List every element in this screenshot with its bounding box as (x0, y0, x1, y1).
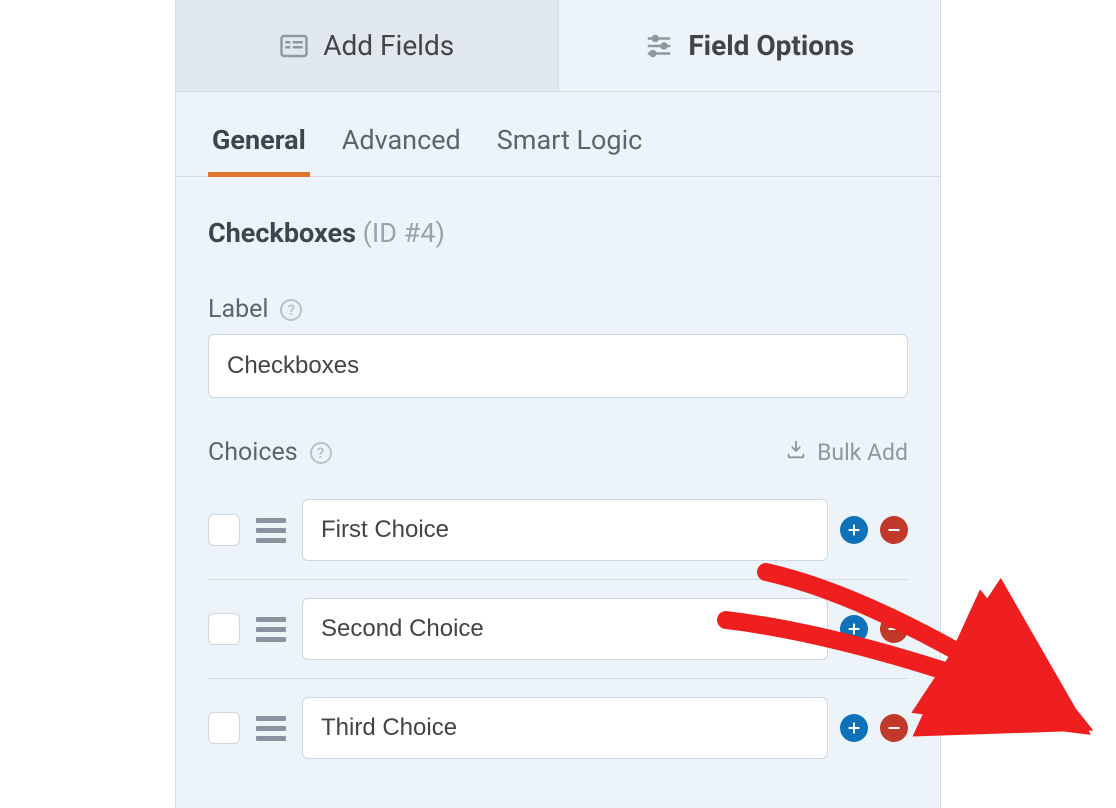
remove-choice-button[interactable] (880, 516, 908, 544)
choices-section-title: Choices (208, 438, 298, 467)
form-fields-icon (279, 31, 309, 61)
tab-add-fields[interactable]: Add Fields (176, 0, 559, 91)
drag-handle-icon[interactable] (256, 518, 286, 543)
tab-field-options[interactable]: Field Options (559, 0, 941, 91)
choice-input[interactable] (302, 499, 828, 561)
sliders-icon (644, 31, 674, 61)
sub-tab-smart-logic[interactable]: Smart Logic (493, 116, 647, 176)
label-section-title: Label (208, 295, 268, 324)
remove-choice-button[interactable] (880, 615, 908, 643)
choice-input[interactable] (302, 697, 828, 759)
choice-row (208, 678, 908, 777)
field-title: Checkboxes (ID #4) (208, 217, 908, 249)
sub-tab-advanced[interactable]: Advanced (338, 116, 465, 176)
remove-choice-button[interactable] (880, 714, 908, 742)
choice-input[interactable] (302, 598, 828, 660)
sub-tabs: General Advanced Smart Logic (176, 92, 940, 177)
choice-row (208, 481, 908, 579)
tab-field-options-label: Field Options (688, 29, 854, 62)
tab-add-fields-label: Add Fields (323, 29, 454, 62)
field-type-label: Checkboxes (208, 217, 356, 249)
label-input[interactable] (208, 334, 908, 398)
add-choice-button[interactable] (840, 714, 868, 742)
download-icon (785, 439, 807, 467)
choices-list (208, 481, 908, 777)
choice-row (208, 579, 908, 678)
bulk-add-button[interactable]: Bulk Add (785, 439, 908, 467)
add-choice-button[interactable] (840, 516, 868, 544)
choice-default-checkbox[interactable] (208, 613, 240, 645)
field-id-label: (ID #4) (363, 217, 445, 249)
bulk-add-label: Bulk Add (817, 439, 908, 466)
top-tabs: Add Fields Field Options (176, 0, 940, 92)
drag-handle-icon[interactable] (256, 716, 286, 741)
choice-default-checkbox[interactable] (208, 712, 240, 744)
add-choice-button[interactable] (840, 615, 868, 643)
choice-default-checkbox[interactable] (208, 514, 240, 546)
sub-tab-general[interactable]: General (208, 116, 310, 177)
help-icon[interactable]: ? (280, 299, 302, 321)
drag-handle-icon[interactable] (256, 617, 286, 642)
help-icon[interactable]: ? (310, 442, 332, 464)
